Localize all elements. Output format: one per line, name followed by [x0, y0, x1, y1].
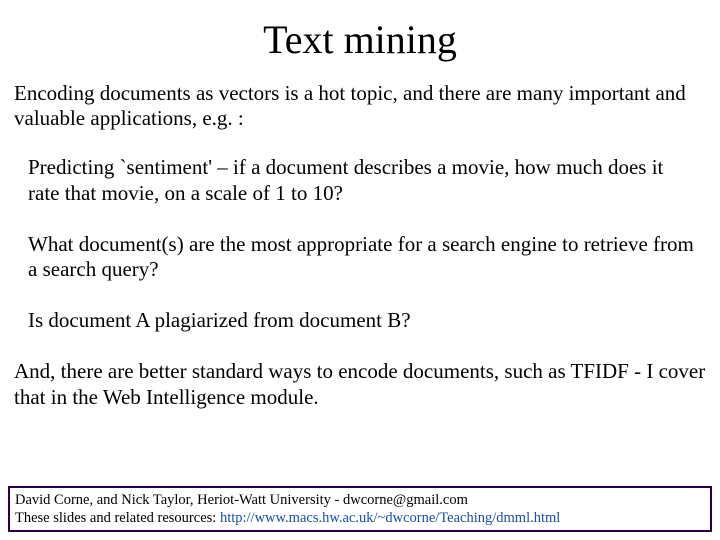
outro-paragraph: And, there are better standard ways to e…	[10, 359, 710, 409]
footer-line-2: These slides and related resources: http…	[15, 509, 705, 527]
intro-paragraph: Encoding documents as vectors is a hot t…	[10, 81, 710, 131]
footer-resources-prefix: These slides and related resources:	[15, 510, 220, 526]
footer-resources-link[interactable]: http://www.macs.hw.ac.uk/~dwcorne/Teachi…	[220, 510, 560, 526]
bullet-plagiarism: Is document A plagiarized from document …	[10, 308, 710, 333]
bullet-sentiment: Predicting `sentiment' – if a document d…	[10, 155, 710, 205]
bullet-search: What document(s) are the most appropriat…	[10, 232, 710, 282]
slide-footer: David Corne, and Nick Taylor, Heriot-Wat…	[8, 486, 712, 532]
footer-line-1: David Corne, and Nick Taylor, Heriot-Wat…	[15, 491, 705, 509]
slide-title: Text mining	[10, 16, 710, 63]
